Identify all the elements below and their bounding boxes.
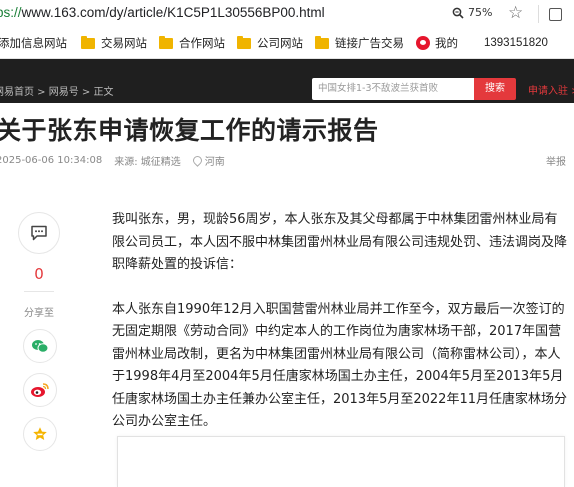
folder-icon — [237, 35, 251, 49]
bookmark-folder-company[interactable]: 公司网站 — [237, 35, 303, 51]
bookmark-label: 1393151820 — [484, 37, 548, 49]
location-pin-icon — [190, 154, 204, 167]
article-image — [117, 436, 565, 487]
bookmark-label: 合作网站 — [179, 38, 225, 50]
article-title: 关于张东申请恢复工作的请示报告 — [0, 116, 379, 145]
article-body: 我叫张东，男，现龄56周岁，本人张东及其父母都属于中林集团雷州林业局有限公司员工… — [112, 209, 570, 434]
search-input[interactable]: 中国女排1-3不敌波兰获首败 — [312, 78, 474, 100]
bookmark-weibo[interactable]: 我的 — [416, 35, 458, 51]
bookmark-number[interactable]: 1393151820 — [484, 37, 548, 49]
comment-button[interactable] — [18, 212, 60, 254]
bookmark-folder-trade[interactable]: 交易网站 — [81, 35, 147, 51]
bookmark-folder-links[interactable]: 链接广告交易 — [315, 35, 404, 51]
breadcrumb[interactable]: 网易首页 > 网易号 > 正文 — [0, 83, 113, 98]
bookmark-add-site[interactable]: 添加信息网站 — [0, 35, 67, 51]
bookmark-label: 我的 — [435, 38, 458, 50]
favorite-button[interactable] — [23, 417, 57, 451]
folder-icon — [81, 35, 95, 49]
bookmark-star-icon[interactable]: ☆ — [508, 3, 523, 23]
zoom-icon — [452, 7, 464, 19]
star-icon — [33, 427, 47, 440]
location: 河南 — [190, 153, 225, 168]
report-link[interactable]: 举报 — [546, 153, 566, 168]
folder-icon — [159, 35, 173, 49]
extension-icon — [549, 8, 562, 21]
address-bar[interactable]: ps://www.163.com/dy/article/K1C5P1L30556… — [0, 0, 574, 28]
article-meta: 2025-06-06 10:34:08 来源: 城征精选 河南 — [0, 153, 225, 168]
weibo-icon — [31, 383, 49, 397]
bookmarks-bar: 添加信息网站 交易网站 合作网站 公司网站 链接广告交易 我的 13931518… — [0, 28, 574, 59]
paragraph: 我叫张东，男，现龄56周岁，本人张东及其父母都属于中林集团雷州林业局有限公司员工… — [112, 212, 568, 272]
wechat-icon — [32, 339, 49, 353]
location-text: 河南 — [204, 157, 225, 168]
url-scheme: ps:// — [0, 5, 22, 20]
comment-count[interactable]: 0 — [18, 265, 60, 283]
weibo-icon — [416, 36, 430, 50]
action-sidebar: 0 分享至 — [18, 212, 62, 451]
share-label: 分享至 — [24, 308, 54, 319]
search-button[interactable]: 搜索 — [474, 78, 516, 100]
paragraph: 本人张东自1990年12月入职国营雷州林业局并工作至今，双方最后一次签订的无固定… — [112, 301, 567, 430]
register-link[interactable]: 申请入驻 > — [528, 82, 574, 97]
bookmark-label: 公司网站 — [257, 38, 303, 50]
share-wechat-button[interactable] — [23, 329, 57, 363]
share-weibo-button[interactable] — [23, 373, 57, 407]
sidebar-divider — [24, 291, 54, 292]
article-source[interactable]: 来源: 城征精选 — [114, 153, 181, 168]
bookmark-label: 添加信息网站 — [0, 38, 67, 50]
extension-button[interactable] — [538, 5, 569, 23]
bookmark-folder-partner[interactable]: 合作网站 — [159, 35, 225, 51]
bookmark-label: 交易网站 — [101, 38, 147, 50]
folder-icon — [315, 35, 329, 49]
comment-icon — [31, 225, 47, 241]
publish-date: 2025-06-06 10:34:08 — [0, 155, 103, 166]
url-path: www.163.com/dy/article/K1C5P1L30556BP00.… — [21, 5, 325, 20]
zoom-indicator[interactable]: 75% — [452, 6, 492, 19]
zoom-level: 75% — [468, 6, 493, 19]
url-field[interactable]: ps://www.163.com/dy/article/K1C5P1L30556… — [0, 5, 325, 20]
bookmark-label: 链接广告交易 — [335, 38, 404, 50]
